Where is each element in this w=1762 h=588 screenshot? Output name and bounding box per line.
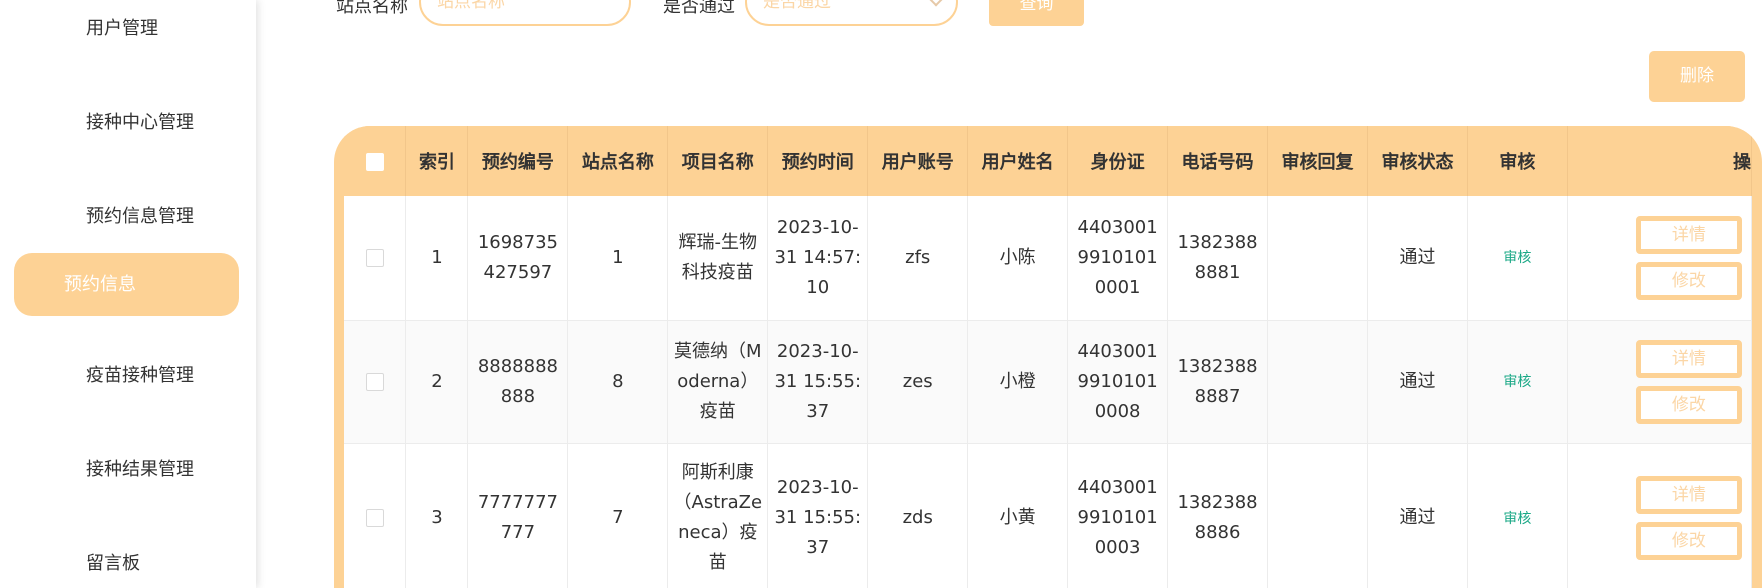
table-row: 3 7777777777 7 阿斯利康（AstraZeneca）疫苗 2023-…	[344, 443, 1753, 588]
cell-user-name: 小橙	[967, 320, 1069, 444]
column-header-site-name[interactable]: 站点名称	[567, 126, 669, 196]
column-header-booking-no[interactable]: 预约编号	[467, 126, 569, 196]
cell-user-account: zfs	[867, 196, 969, 321]
cell-audit: 审核	[1467, 443, 1568, 588]
cell-audit-reply	[1267, 443, 1368, 588]
table-row: 2 8888888888 8 莫德纳（Moderna）疫苗 2023-10-31…	[344, 320, 1753, 444]
detail-button[interactable]: 详情	[1635, 339, 1742, 378]
chevron-down-icon	[927, 0, 945, 7]
booking-table-container: 索引 预约编号 站点名称 项目名称 预约时间 用户账号 用户姓名 身份证 电话号…	[334, 126, 1762, 588]
cell-actions: 详情 修改	[1567, 443, 1753, 588]
cell-user-name: 小黄	[967, 443, 1069, 588]
cell-index: 3	[405, 443, 469, 588]
cell-audit-status: 通过	[1367, 196, 1468, 321]
column-header-id-card[interactable]: 身份证	[1067, 126, 1169, 196]
row-checkbox[interactable]	[365, 372, 384, 391]
column-header-audit-reply[interactable]: 审核回复	[1267, 126, 1368, 196]
audit-link[interactable]: 审核	[1503, 250, 1531, 266]
column-header-index[interactable]: 索引	[405, 126, 469, 196]
sidebar-item-booking-info-management[interactable]: 预约信息管理	[86, 202, 194, 228]
cell-id-card: 440300199101010008	[1067, 320, 1169, 444]
sidebar: 用户管理 接种中心管理 预约信息管理 预约信息 疫苗接种管理 接种结果管理 留言…	[0, 0, 256, 588]
cell-audit-reply	[1267, 320, 1368, 444]
column-header-booking-time[interactable]: 预约时间	[767, 126, 869, 196]
row-checkbox[interactable]	[365, 248, 384, 267]
cell-user-account: zds	[867, 443, 969, 588]
cell-audit: 审核	[1467, 196, 1568, 321]
cell-id-card: 440300199101010001	[1067, 196, 1169, 321]
cell-index: 1	[405, 196, 469, 321]
site-name-input[interactable]: 站点名称	[419, 0, 631, 26]
cell-audit-reply	[1267, 196, 1368, 321]
cell-booking-time: 2023-10-31 15:55:37	[767, 320, 869, 444]
table-row: 1 1698735427597 1 辉瑞-生物科技疫苗 2023-10-31 1…	[344, 196, 1753, 321]
sidebar-item-vaccine-vaccination-management[interactable]: 疫苗接种管理	[86, 361, 194, 387]
cell-index: 2	[405, 320, 469, 444]
column-header-audit-status[interactable]: 审核状态	[1367, 126, 1468, 196]
edit-button[interactable]: 修改	[1635, 261, 1742, 300]
booking-table: 索引 预约编号 站点名称 项目名称 预约时间 用户账号 用户姓名 身份证 电话号…	[344, 126, 1753, 588]
cell-audit: 审核	[1467, 320, 1568, 444]
detail-button[interactable]: 详情	[1635, 215, 1742, 254]
sidebar-item-vaccination-center-management[interactable]: 接种中心管理	[86, 108, 194, 134]
site-name-label: 站点名称	[336, 0, 408, 17]
cell-phone: 13823888887	[1167, 320, 1269, 444]
edit-button[interactable]: 修改	[1635, 385, 1742, 424]
cell-site-name: 1	[567, 196, 669, 321]
delete-button[interactable]: 删除	[1649, 51, 1745, 102]
cell-actions: 详情 修改	[1567, 196, 1753, 321]
cell-project-name: 辉瑞-生物科技疫苗	[667, 196, 769, 321]
cell-booking-no: 7777777777	[467, 443, 569, 588]
cell-booking-no: 8888888888	[467, 320, 569, 444]
sidebar-item-user-management[interactable]: 用户管理	[86, 14, 158, 40]
sidebar-item-vaccination-result-management[interactable]: 接种结果管理	[86, 455, 194, 481]
cell-booking-no: 1698735427597	[467, 196, 569, 321]
edit-button[interactable]: 修改	[1635, 522, 1742, 560]
cell-booking-time: 2023-10-31 14:57:10	[767, 196, 869, 321]
column-header-project-name[interactable]: 项目名称	[667, 126, 769, 196]
cell-audit-status: 通过	[1367, 443, 1468, 588]
cell-project-name: 莫德纳（Moderna）疫苗	[667, 320, 769, 444]
sidebar-item-booking-info[interactable]: 预约信息	[14, 253, 239, 316]
cell-user-account: zes	[867, 320, 969, 444]
cell-booking-time: 2023-10-31 15:55:37	[767, 443, 869, 588]
cell-site-name: 7	[567, 443, 669, 588]
table-header-row: 索引 预约编号 站点名称 项目名称 预约时间 用户账号 用户姓名 身份证 电话号…	[344, 126, 1753, 196]
row-select-cell	[344, 443, 407, 588]
cell-id-card: 440300199101010003	[1067, 443, 1169, 588]
row-select-cell	[344, 196, 407, 321]
column-header-audit[interactable]: 审核	[1467, 126, 1568, 196]
audit-link[interactable]: 审核	[1503, 511, 1531, 527]
select-all-checkbox[interactable]	[365, 152, 384, 171]
cell-site-name: 8	[567, 320, 669, 444]
row-select-cell	[344, 320, 407, 444]
cell-phone: 13823888881	[1167, 196, 1269, 321]
cell-user-name: 小陈	[967, 196, 1069, 321]
detail-button[interactable]: 详情	[1635, 476, 1742, 514]
pass-status-label: 是否通过	[663, 0, 735, 17]
pass-status-select[interactable]: 是否通过	[745, 0, 958, 26]
row-checkbox[interactable]	[365, 509, 384, 527]
pass-status-placeholder: 是否通过	[763, 0, 831, 12]
cell-actions: 详情 修改	[1567, 320, 1753, 444]
column-header-user-name[interactable]: 用户姓名	[967, 126, 1069, 196]
audit-link[interactable]: 审核	[1503, 374, 1531, 390]
column-header-actions: 操	[1567, 126, 1753, 196]
column-header-phone[interactable]: 电话号码	[1167, 126, 1269, 196]
cell-audit-status: 通过	[1367, 320, 1468, 444]
cell-project-name: 阿斯利康（AstraZeneca）疫苗	[667, 443, 769, 588]
query-button[interactable]: 查询	[989, 0, 1084, 26]
cell-phone: 13823888886	[1167, 443, 1269, 588]
sidebar-item-message-board[interactable]: 留言板	[86, 549, 140, 575]
column-header-user-account[interactable]: 用户账号	[867, 126, 969, 196]
select-all-cell	[344, 126, 407, 196]
